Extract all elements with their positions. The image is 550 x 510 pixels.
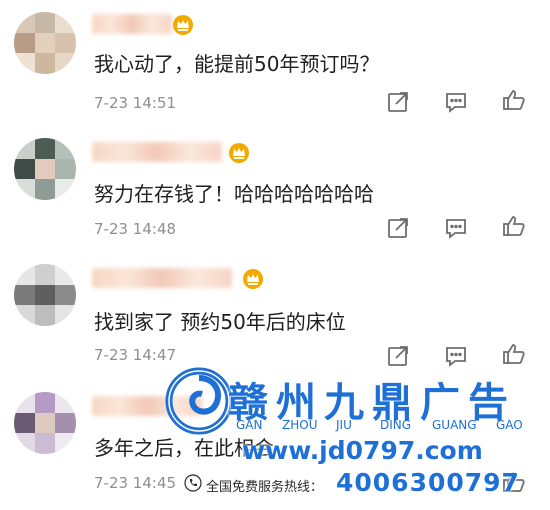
comment-icon[interactable] <box>444 216 468 240</box>
avatar[interactable] <box>14 392 76 454</box>
username-blurred[interactable] <box>92 14 172 34</box>
vip-crown-icon <box>228 142 250 164</box>
comment-text: 找到家了 预约50年后的床位 <box>94 310 346 334</box>
username-blurred[interactable] <box>92 142 222 162</box>
share-icon[interactable] <box>386 90 410 114</box>
comment-item: 努力在存钱了！哈哈哈哈哈哈哈 7-23 14:48 <box>0 128 550 256</box>
comment-text: 努力在存钱了！哈哈哈哈哈哈哈 <box>94 182 374 206</box>
comment-item: 我心动了，能提前50年预订吗？ 7-23 14:51 <box>0 0 550 128</box>
hotline-label: 全国免费服务热线： <box>206 480 324 495</box>
vip-crown-icon <box>242 268 264 290</box>
like-icon[interactable] <box>502 88 526 112</box>
comment-text: 我心动了，能提前50年预订吗？ <box>94 52 380 76</box>
brand-url: www.jd0797.com <box>242 436 483 465</box>
vip-crown-icon <box>172 14 194 36</box>
like-icon[interactable] <box>502 214 526 238</box>
brand-logo-icon <box>164 366 234 436</box>
avatar[interactable] <box>14 264 76 326</box>
comment-time: 7-23 14:48 <box>94 220 177 238</box>
avatar[interactable] <box>14 12 76 74</box>
hotline-number: 4006300797 <box>336 468 520 497</box>
phone-icon <box>184 474 202 492</box>
comment-icon[interactable] <box>444 90 468 114</box>
brand-pinyin: GAN <box>236 418 263 432</box>
brand-pinyin: GUANG <box>432 418 477 432</box>
brand-pinyin: GAO <box>496 418 523 432</box>
brand-pinyin: DING <box>380 418 412 432</box>
comment-time: 7-23 14:51 <box>94 94 177 112</box>
avatar[interactable] <box>14 138 76 200</box>
username-blurred[interactable] <box>92 268 232 288</box>
brand-pinyin: ZHOU <box>282 418 318 432</box>
share-icon[interactable] <box>386 216 410 240</box>
brand-pinyin: JIU <box>336 418 352 432</box>
watermark: 赣州九鼎广告 GAN ZHOU JIU DING GUANG GAO www.j… <box>150 352 550 510</box>
